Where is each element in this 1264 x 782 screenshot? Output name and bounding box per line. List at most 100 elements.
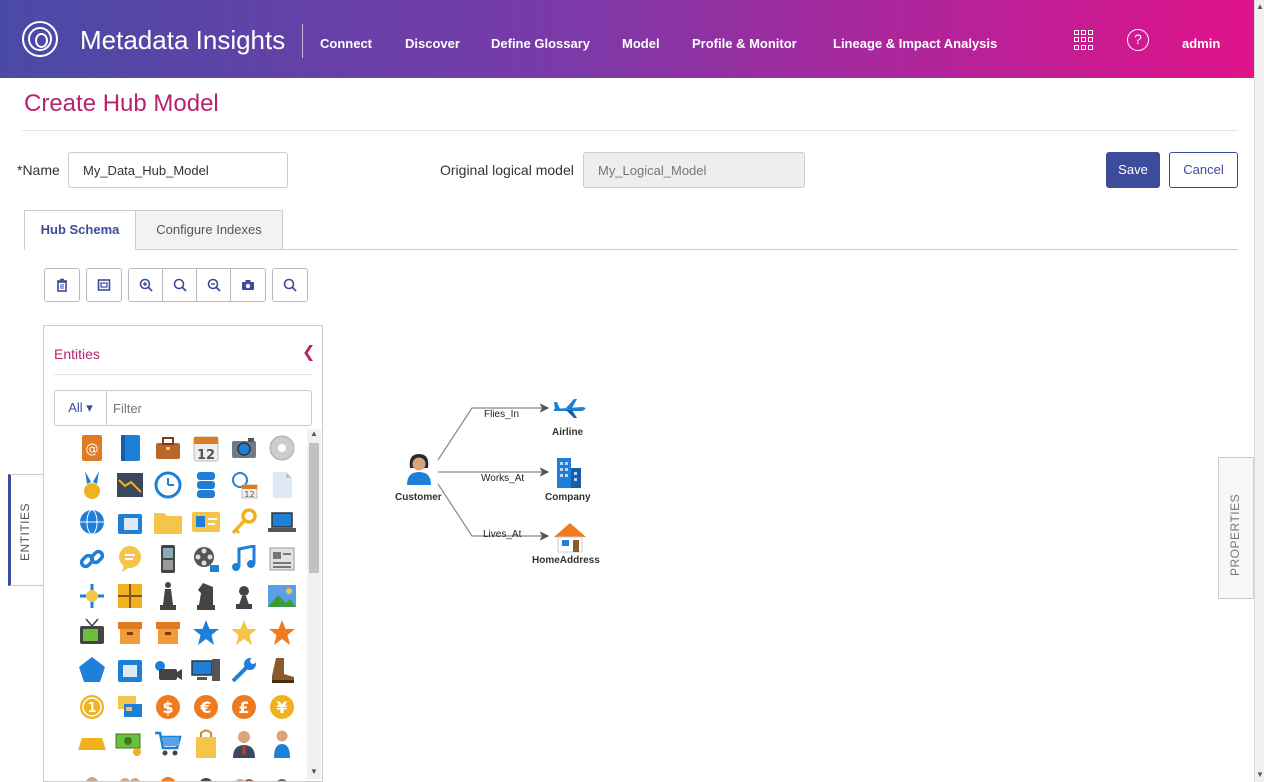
briefcase-icon[interactable] xyxy=(152,432,183,463)
app-grid-icon[interactable] xyxy=(1074,30,1094,50)
nav-discover[interactable]: Discover xyxy=(405,36,460,51)
orange-partial-icon[interactable] xyxy=(152,765,183,781)
boot-icon[interactable] xyxy=(266,654,297,685)
nav-profile-monitor[interactable]: Profile & Monitor xyxy=(692,36,797,51)
airline-node-icon[interactable] xyxy=(552,397,590,419)
folder-icon[interactable] xyxy=(152,506,183,537)
scroll-down-icon[interactable]: ▼ xyxy=(1256,770,1264,779)
group-partial-icon[interactable] xyxy=(114,765,145,781)
video-camera-icon[interactable] xyxy=(152,654,183,685)
person-partial-icon[interactable] xyxy=(76,765,107,781)
save-button[interactable]: Save xyxy=(1106,152,1160,188)
customer-node-icon[interactable] xyxy=(404,452,434,486)
star-orange-icon[interactable] xyxy=(266,617,297,648)
zoom-in-icon[interactable] xyxy=(129,269,163,301)
scroll-thumb[interactable] xyxy=(309,443,319,573)
chat-bubble-icon[interactable] xyxy=(114,543,145,574)
nav-define-glossary[interactable]: Define Glossary xyxy=(491,36,590,51)
pentagon-icon[interactable] xyxy=(76,654,107,685)
chart-grid-icon[interactable] xyxy=(114,469,145,500)
phone-book-icon[interactable] xyxy=(114,506,145,537)
disc-icon[interactable] xyxy=(266,432,297,463)
scroll-up-icon[interactable]: ▲ xyxy=(1256,2,1264,11)
company-node-icon[interactable] xyxy=(554,456,584,490)
gray-partial-icon[interactable] xyxy=(266,765,297,781)
app-title[interactable]: Metadata Insights xyxy=(80,25,285,56)
name-input[interactable] xyxy=(68,152,288,188)
laptop-icon[interactable] xyxy=(266,506,297,537)
id-card-icon[interactable] xyxy=(190,506,221,537)
camera-icon[interactable] xyxy=(228,432,259,463)
yen-coin-icon[interactable]: ¥ xyxy=(266,691,297,722)
archive-box-icon[interactable] xyxy=(114,617,145,648)
logo-icon[interactable] xyxy=(22,21,58,57)
pound-coin-icon[interactable]: £ xyxy=(228,691,259,722)
email-book-icon[interactable]: @ xyxy=(76,432,107,463)
database-icon[interactable] xyxy=(190,469,221,500)
nav-lineage-impact[interactable]: Lineage & Impact Analysis xyxy=(833,36,997,51)
calendar-clock-icon[interactable]: 12 xyxy=(228,469,259,500)
user-menu[interactable]: admin xyxy=(1182,36,1220,51)
tab-hub-schema[interactable]: Hub Schema xyxy=(24,210,136,250)
shopping-cart-icon[interactable] xyxy=(152,728,183,759)
euro-coin-icon[interactable]: € xyxy=(190,691,221,722)
shopping-bag-icon[interactable] xyxy=(190,728,221,759)
filter-dropdown[interactable]: All ▾ xyxy=(55,391,107,425)
node-label: HomeAddress xyxy=(532,555,600,566)
properties-side-tab[interactable]: PROPERTIES xyxy=(1218,457,1254,599)
coin-one-icon[interactable]: 1 xyxy=(76,691,107,722)
person-icon[interactable] xyxy=(266,728,297,759)
television-icon[interactable] xyxy=(76,617,107,648)
chess-knight-icon[interactable] xyxy=(190,580,221,611)
film-reel-icon[interactable] xyxy=(190,543,221,574)
calendar-icon[interactable]: 12 xyxy=(190,432,221,463)
crosshair-node-icon[interactable] xyxy=(76,580,107,611)
chess-pawn-icon[interactable] xyxy=(228,580,259,611)
mobile-phone-icon[interactable] xyxy=(152,543,183,574)
palette-scrollbar[interactable]: ▲ ▼ xyxy=(307,429,321,779)
globe-icon[interactable] xyxy=(76,506,107,537)
wrench-icon[interactable] xyxy=(228,654,259,685)
landscape-image-icon[interactable] xyxy=(266,580,297,611)
medal-icon[interactable] xyxy=(76,469,107,500)
fit-icon[interactable] xyxy=(87,269,121,301)
zoom-out-icon[interactable] xyxy=(197,269,231,301)
cancel-button[interactable]: Cancel xyxy=(1169,152,1238,188)
dollar-coin-icon[interactable]: $ xyxy=(152,691,183,722)
star-yellow-icon[interactable] xyxy=(228,617,259,648)
key-icon[interactable] xyxy=(228,506,259,537)
tab-configure-indexes[interactable]: Configure Indexes xyxy=(136,210,283,250)
desktop-computer-icon[interactable] xyxy=(190,654,221,685)
filter-input[interactable] xyxy=(113,391,303,425)
home-address-node-icon[interactable] xyxy=(552,521,588,553)
book-icon[interactable] xyxy=(114,432,145,463)
desk-phone-icon[interactable] xyxy=(114,654,145,685)
help-icon[interactable]: ? xyxy=(1127,29,1149,51)
gold-bar-icon[interactable] xyxy=(76,728,107,759)
music-note-icon[interactable] xyxy=(228,543,259,574)
nav-model[interactable]: Model xyxy=(622,36,660,51)
window-grid-icon[interactable] xyxy=(114,580,145,611)
scroll-up-icon[interactable]: ▲ xyxy=(310,429,318,438)
zoom-reset-icon[interactable] xyxy=(163,269,197,301)
camera-icon[interactable] xyxy=(231,269,265,301)
scroll-down-icon[interactable]: ▼ xyxy=(310,767,318,776)
cash-icon[interactable] xyxy=(114,728,145,759)
archive-box-2-icon[interactable] xyxy=(152,617,183,648)
chess-bishop-icon[interactable] xyxy=(152,580,183,611)
delete-icon[interactable] xyxy=(45,269,79,301)
businessman-icon[interactable] xyxy=(228,728,259,759)
link-icon[interactable] xyxy=(76,543,107,574)
dark-partial-icon[interactable] xyxy=(190,765,221,781)
document-icon[interactable] xyxy=(266,469,297,500)
nav-connect[interactable]: Connect xyxy=(320,36,372,51)
search-icon[interactable] xyxy=(273,269,307,301)
credit-cards-icon[interactable] xyxy=(114,691,145,722)
star-blue-icon[interactable] xyxy=(190,617,221,648)
page-scrollbar[interactable]: ▲ ▼ xyxy=(1254,0,1264,782)
clock-icon[interactable] xyxy=(152,469,183,500)
couple-partial-icon[interactable] xyxy=(228,765,259,781)
entities-side-tab[interactable]: ENTITIES xyxy=(8,474,44,586)
collapse-chevron-icon[interactable]: ❮ xyxy=(302,342,315,362)
newspaper-icon[interactable] xyxy=(266,543,297,574)
